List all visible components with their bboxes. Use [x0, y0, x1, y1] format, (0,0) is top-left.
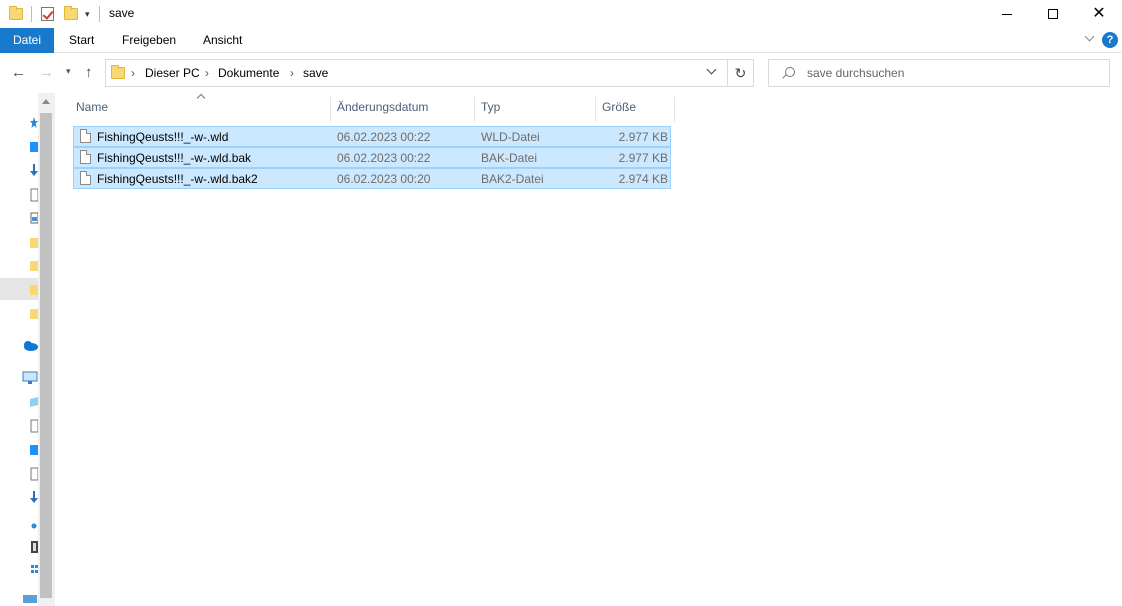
document-icon[interactable]	[30, 188, 38, 202]
folder-icon[interactable]	[30, 307, 38, 321]
file-date: 06.02.2023 00:20	[337, 172, 431, 186]
separator	[99, 6, 100, 22]
breadcrumb-separator[interactable]: ›	[131, 66, 135, 80]
file-name: FishingQeusts!!!_-w-.wld.bak2	[97, 172, 258, 186]
ribbon: Datei Start Freigeben Ansicht ?	[0, 28, 1122, 53]
properties-icon[interactable]	[41, 6, 54, 22]
tab-view[interactable]: Ansicht	[191, 28, 254, 53]
file-list: Name Änderungsdatum Typ Größe FishingQeu…	[55, 93, 1122, 606]
folder-icon	[111, 65, 125, 79]
objects-3d-icon[interactable]	[30, 395, 38, 409]
file-size: 2.977 KB	[618, 130, 668, 144]
close-icon: ✕	[1092, 5, 1106, 22]
star-icon[interactable]	[30, 116, 38, 130]
tab-start[interactable]: Start	[57, 28, 106, 53]
folder-icon	[9, 6, 23, 22]
folder-icon[interactable]	[30, 259, 38, 273]
breadcrumb-this-pc[interactable]: Dieser PC	[145, 66, 200, 80]
navigation-bar: ← → ▾ ↑ › Dieser PC › Dokumente › save ↻	[0, 53, 1122, 93]
window-title: save	[109, 6, 135, 20]
search-icon	[785, 67, 795, 77]
minimize-button[interactable]	[984, 0, 1030, 28]
help-icon[interactable]: ?	[1102, 32, 1118, 48]
pictures-icon[interactable]	[30, 563, 38, 577]
this-pc-icon[interactable]	[22, 371, 38, 385]
file-size: 2.977 KB	[618, 151, 668, 165]
maximize-button[interactable]	[1030, 0, 1076, 28]
file-type: BAK-Datei	[481, 151, 538, 165]
file-row[interactable]: FishingQeusts!!!_-w-.wld.bak 06.02.2023 …	[73, 147, 671, 168]
column-divider[interactable]	[674, 97, 675, 122]
downloads-icon[interactable]	[30, 491, 38, 505]
column-header-date[interactable]: Änderungsdatum	[331, 97, 474, 122]
new-folder-icon[interactable]	[64, 6, 78, 22]
documents-icon[interactable]	[30, 419, 38, 433]
address-dropdown-icon[interactable]	[705, 66, 717, 78]
refresh-icon: ↻	[734, 65, 747, 81]
column-header-name[interactable]: Name	[70, 97, 330, 122]
network-icon[interactable]	[22, 591, 38, 605]
tab-file[interactable]: Datei	[0, 28, 54, 53]
folder-icon[interactable]	[30, 236, 38, 250]
file-row[interactable]: FishingQeusts!!!_-w-.wld.bak2 06.02.2023…	[73, 168, 671, 189]
folder-icon[interactable]	[30, 283, 38, 297]
file-type: WLD-Datei	[481, 130, 540, 144]
search-input[interactable]	[807, 64, 1097, 82]
onedrive-icon[interactable]	[22, 339, 38, 353]
file-icon	[80, 171, 91, 185]
maximize-icon	[1048, 9, 1058, 19]
column-header-type[interactable]: Typ	[475, 97, 595, 122]
file-name: FishingQeusts!!!_-w-.wld	[97, 130, 229, 144]
file-size: 2.974 KB	[618, 172, 668, 186]
file-icon	[80, 150, 91, 164]
file-type: BAK2-Datei	[481, 172, 544, 186]
up-arrow-icon[interactable]: ↑	[85, 65, 93, 80]
videos-icon[interactable]	[30, 540, 38, 554]
breadcrumb-separator[interactable]: ›	[205, 66, 209, 80]
file-name: FishingQeusts!!!_-w-.wld.bak	[97, 151, 252, 165]
refresh-button[interactable]: ↻	[728, 59, 754, 87]
desktop-icon[interactable]	[30, 443, 38, 457]
tab-share[interactable]: Freigeben	[110, 28, 188, 53]
file-row[interactable]: FishingQeusts!!!_-w-.wld 06.02.2023 00:2…	[73, 126, 671, 147]
scroll-up-arrow-icon[interactable]	[42, 99, 50, 104]
documents-icon[interactable]	[30, 467, 38, 481]
file-icon	[80, 129, 91, 143]
music-icon[interactable]	[30, 518, 38, 532]
scrollbar-thumb[interactable]	[40, 113, 52, 598]
expand-ribbon-icon[interactable]	[1084, 33, 1096, 45]
file-date: 06.02.2023 00:22	[337, 151, 431, 165]
search-box[interactable]	[768, 59, 1110, 87]
separator	[31, 6, 32, 22]
recent-locations-icon[interactable]: ▾	[66, 66, 71, 77]
nav-pane-scrollbar[interactable]	[38, 93, 55, 606]
column-header-size[interactable]: Größe	[596, 97, 674, 122]
desktop-icon[interactable]	[30, 140, 38, 154]
pictures-icon[interactable]	[30, 211, 38, 225]
breadcrumb-documents[interactable]: Dokumente	[218, 66, 279, 80]
file-date: 06.02.2023 00:22	[337, 130, 431, 144]
title-bar: ▾ save ✕	[0, 0, 1122, 28]
breadcrumb-separator[interactable]: ›	[290, 66, 294, 80]
quick-access-dropdown-icon[interactable]: ▾	[85, 6, 90, 22]
back-arrow-icon[interactable]: ←	[11, 65, 26, 80]
minimize-icon	[1002, 13, 1012, 15]
breadcrumb-save[interactable]: save	[303, 66, 328, 80]
forward-arrow-icon[interactable]: →	[39, 65, 54, 80]
address-bar[interactable]: › Dieser PC › Dokumente › save	[105, 59, 728, 87]
navigation-pane	[0, 93, 55, 606]
close-button[interactable]: ✕	[1076, 0, 1122, 28]
download-icon[interactable]	[30, 164, 38, 178]
